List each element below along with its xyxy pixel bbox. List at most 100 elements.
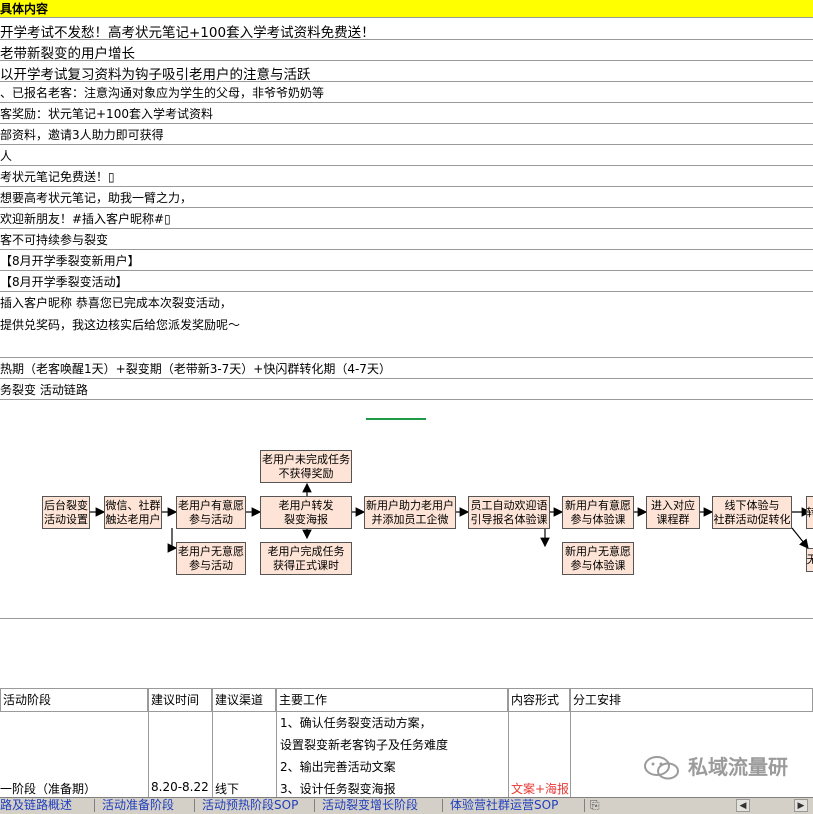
row-text: 热期（老客唤醒1天）+裂变期（老带新3-7天）+快闪群转化期（4-7天） <box>0 360 391 377</box>
wechat-icon <box>642 756 682 780</box>
flow-node-backend-setup: 后台裂变 活动设置 <box>42 496 90 529</box>
time-cell[interactable]: 8.20-8.22 <box>151 780 209 794</box>
flow-node-old-complete: 老用户完成任务 获得正式课时 <box>260 542 352 575</box>
channel-cell[interactable]: 线下 <box>215 780 239 797</box>
content-row[interactable]: 老带新裂变的用户增长 <box>0 40 813 61</box>
content-row[interactable]: 插入客户昵称 恭喜您已完成本次裂变活动， 提供兑奖码，我这边核实后给您派发奖励呢～ <box>0 292 813 358</box>
col-time[interactable]: 建议时间 <box>148 688 212 712</box>
watermark-text: 私域流量研 <box>688 752 788 782</box>
col-channel[interactable]: 建议渠道 <box>212 688 276 712</box>
flow-node-offline-convert: 线下体验与 社群活动促转化 <box>712 496 792 529</box>
node-text: 新用户有意愿 <box>565 499 631 513</box>
node-text: 引导报名体验课 <box>471 513 548 527</box>
node-text: 无 <box>807 553 813 567</box>
row-text: 考状元笔记免费送！▯ <box>0 168 115 185</box>
flow-node-share-poster: 老用户转发 裂变海报 <box>260 496 352 529</box>
content-row[interactable]: 人 <box>0 145 813 166</box>
row-text: 务裂变 活动链路 <box>0 381 88 398</box>
content-row[interactable]: 考状元笔记免费送！▯ <box>0 166 813 187</box>
col-line <box>508 712 509 800</box>
node-text: 社群活动促转化 <box>714 513 791 527</box>
node-text: 老用户转发 <box>279 499 334 513</box>
content-row[interactable]: 【8月开学季裂变活动】 <box>0 271 813 292</box>
row-text: 部资料，邀请3人助力即可获得 <box>0 126 164 143</box>
content-row[interactable]: 欢迎新朋友！#插入客户昵称#▯ <box>0 208 813 229</box>
work-line-2[interactable]: 设置裂变新老客钩子及任务难度 <box>280 736 448 753</box>
tab-prepare[interactable]: 活动准备阶段 <box>102 798 174 813</box>
flow-node-reach-old-users: 微信、社群 触达老用户 <box>104 496 162 529</box>
content-row[interactable]: 想要高考状元笔记，助我一臂之力， <box>0 187 813 208</box>
col-line <box>212 712 213 800</box>
work-line-4[interactable]: 3、设计任务裂变海报 <box>280 780 396 797</box>
row-text: 客奖励：状元笔记+100套入学考试资料 <box>0 105 213 122</box>
tab-separator <box>194 799 195 812</box>
tab-separator <box>314 799 315 812</box>
node-text: 老用户完成任务 <box>268 545 345 559</box>
flow-node-course-group: 进入对应 课程群 <box>646 496 700 529</box>
flow-node-convert: 转 <box>806 496 813 529</box>
content-row[interactable]: 客不可持续参与裂变 <box>0 229 813 250</box>
flow-node-new-help: 新用户助力老用户 并添加员工企微 <box>364 496 456 529</box>
flow-node-welcome-msg: 员工自动欢迎语 引导报名体验课 <box>468 496 550 529</box>
stage-cell[interactable]: 一阶段（准备期） <box>0 780 96 797</box>
node-text: 新用户助力老用户 <box>366 499 454 513</box>
node-text: 参与体验课 <box>571 513 626 527</box>
content-row[interactable]: 以开学考试复习资料为钩子吸引老用户的注意与活跃 <box>0 61 813 82</box>
flow-node-new-unwilling: 新用户无意愿 参与体验课 <box>562 542 634 575</box>
content-form-cell[interactable]: 文案+海报 <box>511 780 569 797</box>
row-text: 客不可持续参与裂变 <box>0 231 108 248</box>
node-text: 线下体验与 <box>725 499 780 513</box>
tab-overview[interactable]: 路及链路概述 <box>0 798 72 813</box>
col-content-form[interactable]: 内容形式 <box>508 688 570 712</box>
row-text: 老带新裂变的用户增长 <box>0 42 135 61</box>
col-line <box>276 712 277 800</box>
scroll-right-icon[interactable]: ▶ <box>794 799 808 812</box>
col-work[interactable]: 主要工作 <box>276 688 508 712</box>
row-text-line2: 提供兑奖码，我这边核实后给您派发奖励呢～ <box>0 316 240 333</box>
node-text: 转 <box>807 506 813 520</box>
node-text: 进入对应 <box>651 499 695 513</box>
content-row[interactable]: 客奖励：状元笔记+100套入学考试资料 <box>0 103 813 124</box>
flow-node-old-willing: 老用户有意愿 参与活动 <box>176 496 246 529</box>
tab-warmup-sop[interactable]: 活动预热阶段SOP <box>202 798 298 813</box>
content-row[interactable]: 开学考试不发愁！高考状元笔记+100套入学考试资料免费送！ <box>0 19 813 40</box>
sheet-tabs: 路及链路概述 活动准备阶段 活动预热阶段SOP 活动裂变增长阶段 体验营社群运营… <box>0 797 813 814</box>
stage-table: 活动阶段 建议时间 建议渠道 主要工作 内容形式 分工安排 一阶段（准备期） 8… <box>0 688 813 800</box>
tab-separator <box>94 799 95 812</box>
content-row[interactable]: 务裂变 活动链路 <box>0 379 813 400</box>
new-sheet-icon[interactable]: ⎘ <box>590 798 600 813</box>
row-text: 欢迎新朋友！#插入客户昵称#▯ <box>0 210 171 227</box>
node-text: 员工自动欢迎语 <box>471 499 548 513</box>
row-text: 想要高考状元笔记，助我一臂之力， <box>0 189 192 206</box>
content-row[interactable]: 【8月开学季裂变新用户】 <box>0 250 813 271</box>
content-row[interactable]: 部资料，邀请3人助力即可获得 <box>0 124 813 145</box>
tab-growth[interactable]: 活动裂变增长阶段 <box>322 798 418 813</box>
node-text: 老用户未完成任务 <box>262 453 350 467</box>
node-text: 后台裂变 <box>44 499 88 513</box>
row-text: 以开学考试复习资料为钩子吸引老用户的注意与活跃 <box>0 63 311 82</box>
row-text: 【8月开学季裂变新用户】 <box>0 252 140 269</box>
flow-node-none: 无 <box>806 548 813 572</box>
tab-separator <box>584 799 585 812</box>
row-text: 开学考试不发愁！高考状元笔记+100套入学考试资料免费送！ <box>0 21 375 40</box>
work-line-1[interactable]: 1、确认任务裂变活动方案， <box>280 714 432 731</box>
node-text: 活动设置 <box>44 513 88 527</box>
row-text: 【8月开学季裂变活动】 <box>0 273 128 290</box>
sheet-header: 具体内容 <box>0 0 813 18</box>
work-line-3[interactable]: 2、输出完善活动文案 <box>280 758 396 775</box>
row-divider <box>0 618 813 619</box>
content-row[interactable]: 热期（老客唤醒1天）+裂变期（老带新3-7天）+快闪群转化期（4-7天） <box>0 358 813 379</box>
scroll-left-icon[interactable]: ◀ <box>736 799 750 812</box>
col-stage[interactable]: 活动阶段 <box>0 688 148 712</box>
header-label: 具体内容 <box>0 2 48 16</box>
node-text: 触达老用户 <box>106 513 161 527</box>
node-text: 参与活动 <box>189 559 233 573</box>
tab-community-sop[interactable]: 体验营社群运营SOP <box>450 798 558 813</box>
watermark: 私域流量研 <box>642 752 813 782</box>
row-text: 、已报名老客：注意沟通对象应为学生的父母，非爷爷奶奶等 <box>0 84 324 101</box>
node-text: 新用户无意愿 <box>565 545 631 559</box>
row-text: 插入客户昵称 恭喜您已完成本次裂变活动， <box>0 294 232 311</box>
col-assignment[interactable]: 分工安排 <box>570 688 813 712</box>
content-row[interactable]: 、已报名老客：注意沟通对象应为学生的父母，非爷爷奶奶等 <box>0 82 813 103</box>
tab-separator <box>442 799 443 812</box>
